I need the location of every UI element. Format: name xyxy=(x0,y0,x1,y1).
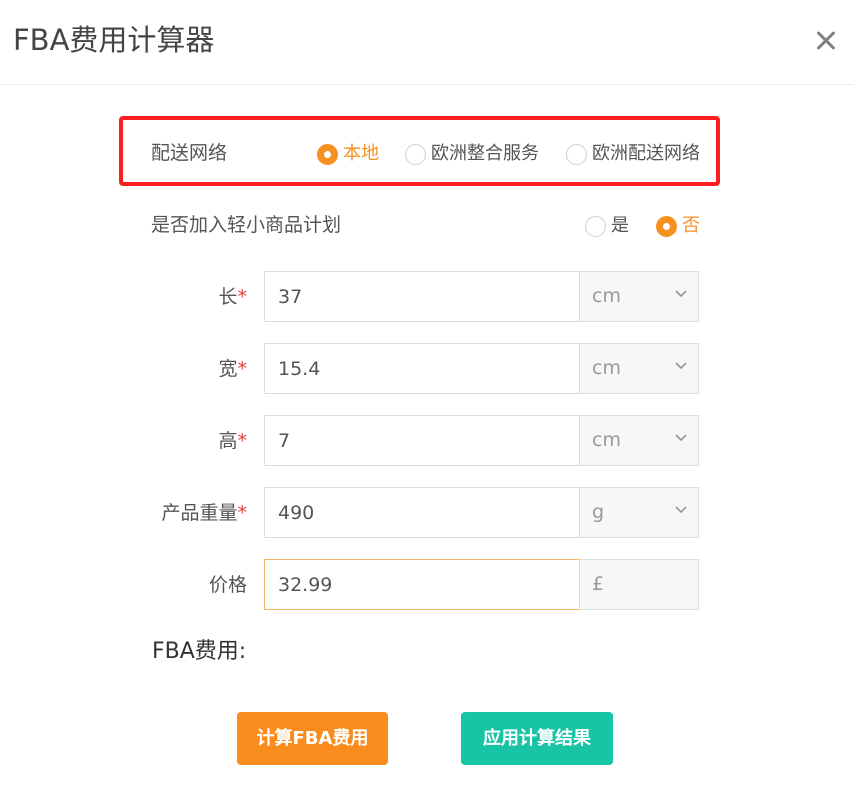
length-unit-select[interactable]: cm xyxy=(579,271,699,322)
height-unit-select[interactable]: cm xyxy=(579,415,699,466)
chevron-down-icon xyxy=(675,506,687,514)
small-light-label: 是否加入轻小商品计划 xyxy=(151,214,342,236)
fba-calculator-dialog: FBA费用计算器 配送网络 本地 欧洲整合服务 欧洲配送网络 是否加入轻小商品计… xyxy=(0,0,854,791)
radio-network-local[interactable]: 本地 xyxy=(317,142,379,166)
length-input[interactable] xyxy=(264,271,580,322)
radio-label: 欧洲整合服务 xyxy=(431,143,539,164)
unit-value: cm xyxy=(592,285,621,307)
length-label: 长* xyxy=(218,284,247,310)
weight-unit-select[interactable]: g xyxy=(579,487,699,538)
calculate-fba-fee-button[interactable]: 计算FBA费用 xyxy=(237,712,388,765)
height-label: 高* xyxy=(218,428,247,454)
apply-result-button[interactable]: 应用计算结果 xyxy=(461,712,613,765)
chevron-down-icon xyxy=(675,290,687,298)
required-mark: * xyxy=(237,502,248,524)
height-label-text: 高 xyxy=(218,430,238,452)
unit-value: cm xyxy=(592,429,621,451)
radio-checked-icon xyxy=(317,143,338,165)
close-icon[interactable] xyxy=(807,22,845,60)
required-mark: * xyxy=(237,430,248,452)
weight-input[interactable] xyxy=(264,487,580,538)
radio-label: 欧洲配送网络 xyxy=(592,143,700,164)
height-input[interactable] xyxy=(264,415,580,466)
chevron-down-icon xyxy=(675,434,687,442)
radio-unchecked-icon xyxy=(405,143,426,165)
radio-network-eu-integrated[interactable]: 欧洲整合服务 xyxy=(405,142,539,166)
radio-label: 是 xyxy=(611,215,629,236)
price-input[interactable] xyxy=(264,559,580,610)
dialog-header: FBA费用计算器 xyxy=(0,0,854,85)
radio-label: 本地 xyxy=(343,143,379,164)
radio-unchecked-icon xyxy=(566,143,587,165)
network-label: 配送网络 xyxy=(151,142,228,164)
radio-small-light-yes[interactable]: 是 xyxy=(585,214,629,238)
required-mark: * xyxy=(237,286,248,308)
width-label: 宽* xyxy=(218,356,247,382)
width-input[interactable] xyxy=(264,343,580,394)
unit-value: cm xyxy=(592,357,621,379)
chevron-down-icon xyxy=(675,362,687,370)
radio-unchecked-icon xyxy=(585,215,606,237)
radio-small-light-no[interactable]: 否 xyxy=(656,214,700,238)
radio-label: 否 xyxy=(682,215,700,236)
price-currency-addon: £ xyxy=(579,559,699,610)
radio-network-eu-distribution[interactable]: 欧洲配送网络 xyxy=(566,142,700,166)
length-label-text: 长 xyxy=(218,286,238,308)
price-label: 价格 xyxy=(208,574,247,596)
currency-symbol: £ xyxy=(592,573,605,595)
width-label-text: 宽 xyxy=(218,358,238,380)
dialog-title: FBA费用计算器 xyxy=(13,23,215,57)
width-unit-select[interactable]: cm xyxy=(579,343,699,394)
required-mark: * xyxy=(237,358,248,380)
weight-label: 产品重量* xyxy=(161,500,247,526)
fba-fee-result-label: FBA费用: xyxy=(152,639,247,664)
unit-value: g xyxy=(592,501,605,523)
weight-label-text: 产品重量 xyxy=(161,502,238,524)
radio-checked-icon xyxy=(656,215,677,237)
